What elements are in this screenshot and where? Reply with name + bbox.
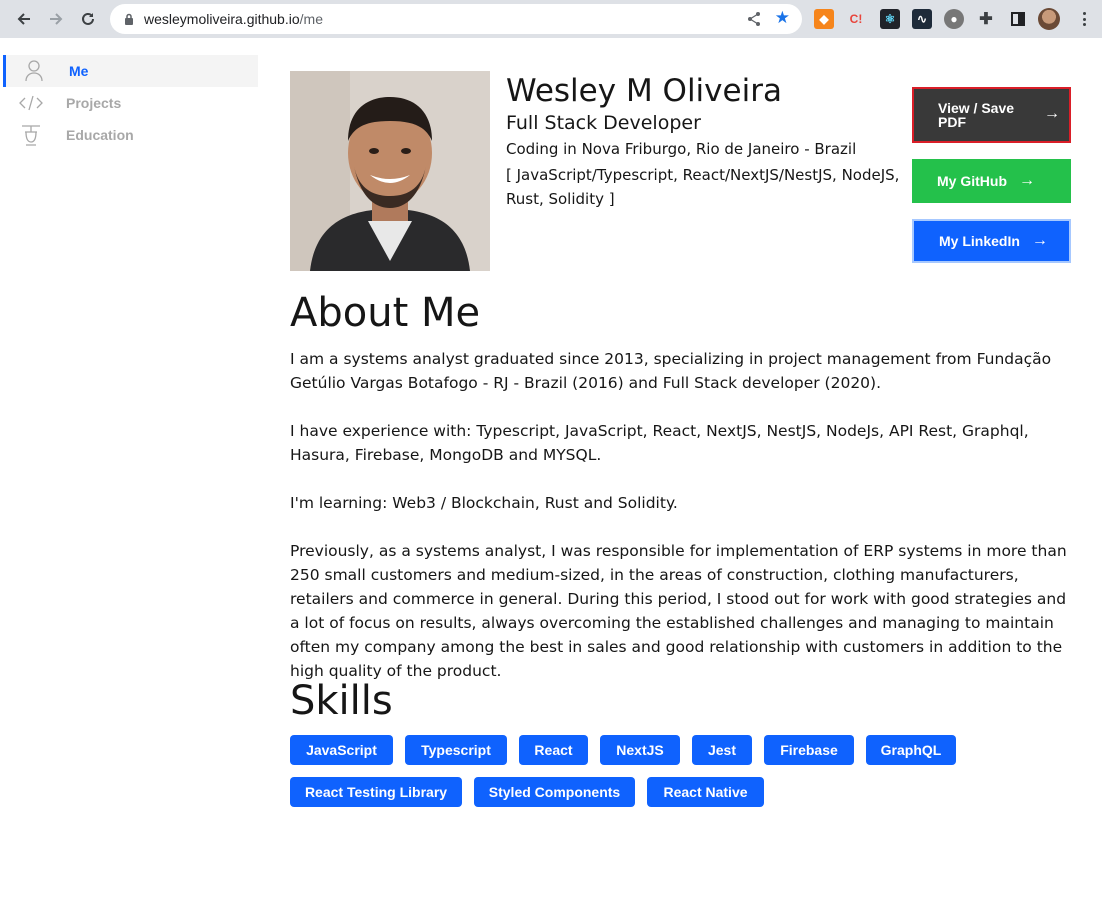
about-heading: About Me (290, 290, 481, 336)
profile-photo (290, 71, 490, 271)
linkedin-button[interactable]: My LinkedIn → (912, 219, 1071, 263)
url-text: wesleymoliveira.github.io/me (144, 11, 323, 27)
arrow-right-icon: → (1044, 105, 1060, 122)
sidebar-item-label: Projects (66, 95, 122, 111)
arrow-right-icon: → (1019, 172, 1035, 189)
side-panel-icon[interactable] (1008, 9, 1028, 29)
forward-arrow-icon (50, 13, 63, 25)
extensions-puzzle-icon[interactable]: ✚ (976, 9, 996, 29)
skill-tag[interactable]: Styled Components (474, 777, 635, 807)
reload-button[interactable] (72, 3, 104, 35)
sidebar-item-projects[interactable]: Projects (3, 87, 258, 119)
globe-extension-icon[interactable]: ● (944, 9, 964, 29)
bookmark-star-icon[interactable]: ★ (775, 10, 790, 27)
about-paragraph: I am a systems analyst graduated since 2… (290, 350, 1052, 392)
about-paragraph: I'm learning: Web3 / Blockchain, Rust an… (290, 494, 678, 512)
reload-icon (82, 12, 94, 25)
metamask-extension-icon[interactable]: ◆ (814, 9, 834, 29)
skill-tag[interactable]: React Testing Library (290, 777, 462, 807)
sidebar-item-me[interactable]: Me (3, 55, 258, 87)
url-path: /me (299, 11, 323, 27)
browser-toolbar: wesleymoliveira.github.io/me ★ ◆ C! ⚛ ∿ … (0, 0, 1102, 38)
back-arrow-icon (17, 13, 30, 25)
skill-tag[interactable]: React (519, 735, 588, 765)
view-save-pdf-button[interactable]: View / Save PDF → (912, 87, 1071, 143)
about-paragraph: I have experience with: Typescript, Java… (290, 422, 1029, 464)
sidebar-item-label: Education (66, 127, 134, 143)
skill-tag[interactable]: Typescript (405, 735, 507, 765)
arrow-right-icon: → (1031, 232, 1048, 249)
lock-icon (122, 12, 136, 26)
address-bar[interactable]: wesleymoliveira.github.io/me ★ (110, 4, 802, 34)
github-button[interactable]: My GitHub → (912, 159, 1071, 203)
pdf-button-label: View / Save PDF (938, 100, 1015, 130)
code-icon (19, 91, 43, 115)
about-body: I am a systems analyst graduated since 2… (290, 347, 1070, 707)
skill-tag[interactable]: JavaScript (290, 735, 393, 765)
github-button-label: My GitHub (937, 173, 1007, 189)
skill-tag[interactable]: NextJS (600, 735, 680, 765)
sidebar-nav (0, 38, 260, 900)
forward-button[interactable] (40, 3, 72, 35)
sidebar-item-education[interactable]: Education (3, 119, 258, 151)
profile-name: Wesley M Oliveira (506, 73, 782, 109)
skills-heading: Skills (290, 678, 393, 724)
share-icon[interactable] (746, 11, 762, 31)
education-icon (19, 123, 43, 147)
skill-tag[interactable]: React Native (647, 777, 764, 807)
graph-extension-icon[interactable]: ∿ (912, 9, 932, 29)
user-icon (22, 59, 46, 83)
ci-extension-icon[interactable]: C! (846, 9, 866, 29)
react-devtools-icon[interactable]: ⚛ (880, 9, 900, 29)
profile-avatar-icon[interactable] (1038, 8, 1060, 30)
profile-stack: [ JavaScript/Typescript, React/NextJS/Ne… (506, 166, 900, 208)
about-paragraph: Previously, as a systems analyst, I was … (290, 542, 1067, 680)
profile-role: Full Stack Developer (506, 112, 701, 134)
skill-tag[interactable]: Firebase (764, 735, 854, 765)
url-host: wesleymoliveira.github.io (144, 11, 300, 27)
skill-tag[interactable]: GraphQL (866, 735, 956, 765)
profile-location: Coding in Nova Friburgo, Rio de Janeiro … (506, 140, 857, 158)
linkedin-button-label: My LinkedIn (939, 233, 1020, 249)
sidebar-item-label: Me (69, 63, 89, 79)
back-button[interactable] (8, 3, 40, 35)
skill-tag[interactable]: Jest (692, 735, 752, 765)
browser-menu-icon[interactable] (1076, 10, 1092, 28)
